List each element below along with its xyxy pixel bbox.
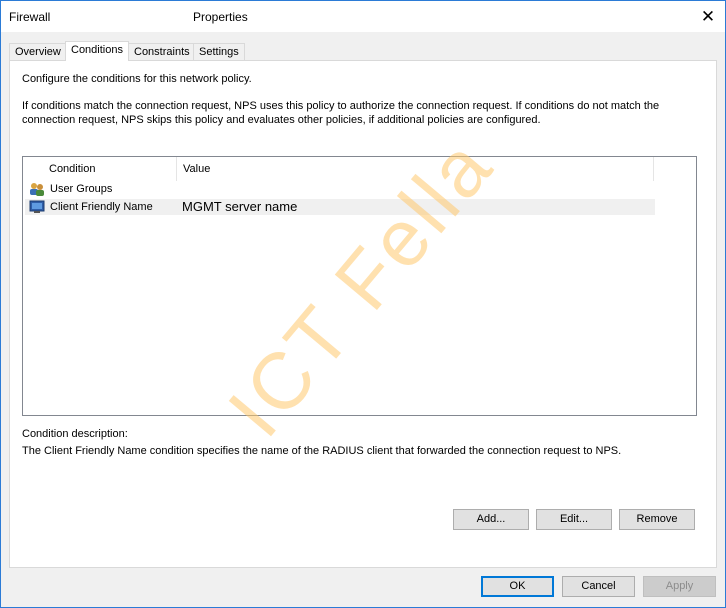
window-title-suffix: Properties [193,10,248,24]
tab-strip: Overview Conditions Constraints Settings [1,41,725,61]
conditions-list[interactable]: Condition Value User Groups Client Frien… [22,156,697,416]
apply-button[interactable]: Apply [643,576,716,597]
cancel-button[interactable]: Cancel [562,576,635,597]
edit-button[interactable]: Edit... [536,509,612,530]
column-header-condition[interactable]: Condition [43,157,177,181]
properties-dialog: Firewall Properties ✕ Overview Condition… [0,0,726,608]
list-item[interactable]: Client Friendly Name MGMT server name [25,199,655,215]
conditions-panel: Configure the conditions for this networ… [9,60,717,568]
list-header: Condition Value [23,157,696,181]
intro-text: Configure the conditions for this networ… [22,73,252,85]
list-item[interactable]: User Groups [25,181,655,197]
condition-description-label: Condition description: [22,428,128,440]
ok-button[interactable]: OK [481,576,554,597]
add-button[interactable]: Add... [453,509,529,530]
user-groups-icon [29,181,45,197]
condition-description-text: The Client Friendly Name condition speci… [22,445,622,457]
tab-conditions[interactable]: Conditions [65,41,129,61]
tab-settings[interactable]: Settings [193,43,245,61]
tab-constraints[interactable]: Constraints [128,43,196,61]
condition-name: Client Friendly Name [50,201,153,213]
window-title-name: Firewall [9,10,51,24]
tab-overview[interactable]: Overview [9,43,67,61]
column-header-value[interactable]: Value [177,157,654,181]
remove-button[interactable]: Remove [619,509,695,530]
explanation-text: If conditions match the connection reque… [22,100,660,126]
title-bar[interactable]: Firewall Properties ✕ [1,1,725,32]
condition-name: User Groups [50,183,113,195]
close-icon[interactable]: ✕ [691,1,725,32]
condition-value: MGMT server name [182,199,298,214]
client-friendly-name-icon [29,199,45,215]
